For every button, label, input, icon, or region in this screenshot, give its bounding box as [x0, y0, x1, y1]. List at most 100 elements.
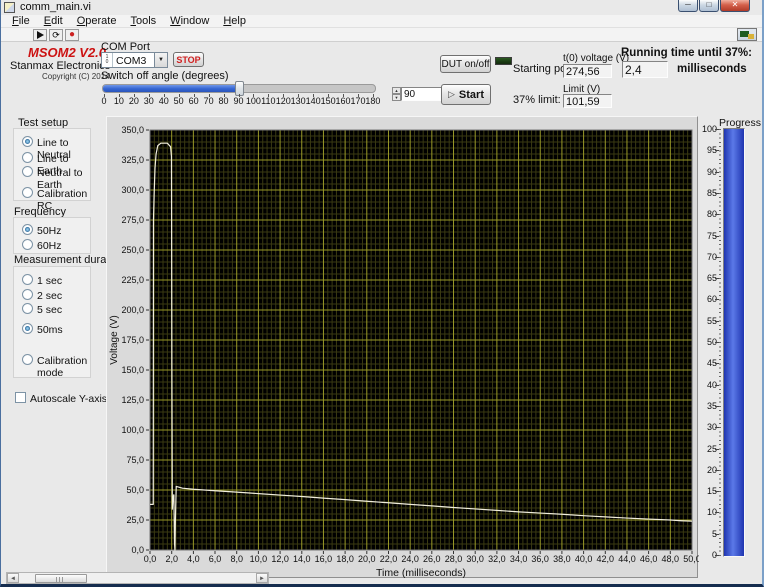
- radio-label: 5 sec: [37, 304, 63, 316]
- radio-icon: [22, 187, 33, 198]
- radio-duration-1-sec[interactable]: 1 sec: [22, 274, 88, 287]
- menu-item-edit[interactable]: Edit: [37, 15, 70, 28]
- angle-tick-label: 180: [365, 96, 381, 106]
- radio-icon: [22, 136, 33, 147]
- limit-field: 101,59: [563, 94, 612, 108]
- test-setup-group: Line to Neutral Line to Earth Neutral to E…: [13, 128, 91, 212]
- copyright: Copyright (C) 2014: [42, 72, 110, 81]
- menu-item-help[interactable]: Help: [216, 15, 253, 28]
- progress-minor-ticks: [719, 129, 721, 556]
- svg-text:32,0: 32,0: [488, 554, 506, 564]
- scroll-right-icon[interactable]: ►: [256, 573, 268, 583]
- svg-text:275,0: 275,0: [121, 215, 144, 225]
- svg-text:28,0: 28,0: [445, 554, 463, 564]
- stop-button[interactable]: STOP: [173, 52, 204, 67]
- svg-text:6,0: 6,0: [209, 554, 222, 564]
- progress-tick-label: 15: [706, 486, 717, 497]
- svg-text:48,0: 48,0: [662, 554, 680, 564]
- progress-tick-label: 10: [706, 507, 717, 518]
- angle-slider-handle[interactable]: [235, 81, 244, 96]
- angle-slider-fill: [103, 85, 239, 92]
- toolbar: ⟳ ●: [1, 28, 762, 42]
- scroll-left-icon[interactable]: ◄: [7, 573, 19, 583]
- svg-text:125,0: 125,0: [121, 395, 144, 405]
- angle-stepper[interactable]: ▲ ▼: [392, 87, 401, 101]
- com-port-select[interactable]: 10 COM3 ▼: [101, 52, 168, 68]
- com-port-value: COM3: [116, 55, 147, 67]
- svg-text:20,0: 20,0: [358, 554, 376, 564]
- progress-tick-label: 80: [706, 209, 717, 220]
- radio-icon: [22, 354, 33, 365]
- radio-duration-2-sec[interactable]: 2 sec: [22, 289, 88, 302]
- t0-voltage-field: 274,56: [563, 64, 612, 78]
- window-title: comm_main.vi: [20, 1, 91, 13]
- app-subtitle: Stanmax Electronics: [10, 60, 111, 72]
- autoscale-label: Autoscale Y-axis: [30, 393, 108, 405]
- chart-plot-area: 350,0 325,0 300,0 275,0 250,0 225,0 200,0 175,0…: [107, 117, 701, 579]
- svg-text:8,0: 8,0: [230, 554, 243, 564]
- progress-tick-label: 30: [706, 422, 717, 433]
- radio-duration-5-sec[interactable]: 5 sec: [22, 303, 88, 316]
- radio-icon: [22, 239, 33, 250]
- maximize-button[interactable]: □: [699, 0, 719, 12]
- progress-tick-label: 70: [706, 251, 717, 262]
- menu-item-tools[interactable]: Tools: [123, 15, 163, 28]
- svg-text:24,0: 24,0: [401, 554, 419, 564]
- svg-text:75,0: 75,0: [126, 455, 144, 465]
- progress-tick-label: 45: [706, 358, 717, 369]
- progress-tick-label: 55: [706, 315, 717, 326]
- radio-label: 1 sec: [37, 275, 63, 287]
- chevron-down-icon[interactable]: ▼: [154, 53, 167, 67]
- svg-text:325,0: 325,0: [121, 155, 144, 165]
- angle-slider-label: Switch off angle (degrees): [101, 70, 229, 82]
- radio-frequency-50hz[interactable]: 50Hz: [22, 224, 88, 237]
- svg-text:100,0: 100,0: [121, 425, 144, 435]
- menu-item-file[interactable]: File: [5, 15, 37, 28]
- svg-text:Time (milliseconds): Time (milliseconds): [376, 567, 466, 579]
- svg-text:34,0: 34,0: [510, 554, 528, 564]
- svg-text:225,0: 225,0: [121, 275, 144, 285]
- svg-text:0,0: 0,0: [144, 554, 157, 564]
- radio-label: Calibration mode: [37, 355, 88, 380]
- t0-voltage-label: t(0) voltage (V): [563, 53, 630, 64]
- progress-tick-label: 100: [701, 124, 717, 134]
- radio-dot: [25, 139, 30, 144]
- radio-duration-calibration-mode[interactable]: Calibration mode: [22, 354, 88, 379]
- dut-onoff-button[interactable]: DUT on/off: [440, 55, 491, 73]
- svg-text:42,0: 42,0: [597, 554, 615, 564]
- running-time-label: Running time until 37%:: [621, 47, 752, 59]
- svg-text:175,0: 175,0: [121, 335, 144, 345]
- io-glyph-icon: 10: [102, 53, 113, 67]
- radio-label: 2 sec: [37, 290, 63, 302]
- progress-tick-label: 75: [706, 230, 717, 241]
- progress-tick-label: 60: [706, 294, 717, 305]
- title-bar[interactable]: comm_main.vi: [1, 0, 762, 15]
- svg-text:250,0: 250,0: [121, 245, 144, 255]
- run-continuous-icon[interactable]: ⟳: [49, 29, 63, 41]
- autoscale-checkbox[interactable]: [15, 392, 26, 403]
- menu-item-operate[interactable]: Operate: [70, 15, 124, 28]
- menu-item-window[interactable]: Window: [163, 15, 216, 28]
- radio-dot: [25, 227, 30, 232]
- svg-text:30,0: 30,0: [466, 554, 484, 564]
- radio-icon: [22, 323, 33, 334]
- progress-bar-fill: [724, 129, 744, 556]
- scrollbar-thumb[interactable]: [35, 574, 87, 583]
- run-icon[interactable]: [33, 29, 47, 41]
- close-button[interactable]: ✕: [720, 0, 750, 12]
- horizontal-scrollbar[interactable]: ◄ ►: [6, 572, 269, 584]
- progress-tick-label: 20: [706, 464, 717, 475]
- svg-text:25,0: 25,0: [126, 515, 144, 525]
- minimize-button[interactable]: ─: [678, 0, 698, 12]
- svg-text:10,0: 10,0: [250, 554, 268, 564]
- radio-frequency-60hz[interactable]: 60Hz: [22, 239, 88, 252]
- abort-icon[interactable]: ●: [65, 29, 79, 41]
- progress-tick-label: 35: [706, 400, 717, 411]
- start-button[interactable]: ▷ Start: [441, 84, 491, 105]
- progress-bar: [723, 128, 745, 557]
- start-button-label: Start: [458, 88, 484, 101]
- svg-text:12,0: 12,0: [271, 554, 289, 564]
- radio-duration-50ms[interactable]: 50ms: [22, 323, 88, 336]
- limit-caption: 37% limit:: [513, 94, 561, 106]
- progress-tick-label: 40: [706, 379, 717, 390]
